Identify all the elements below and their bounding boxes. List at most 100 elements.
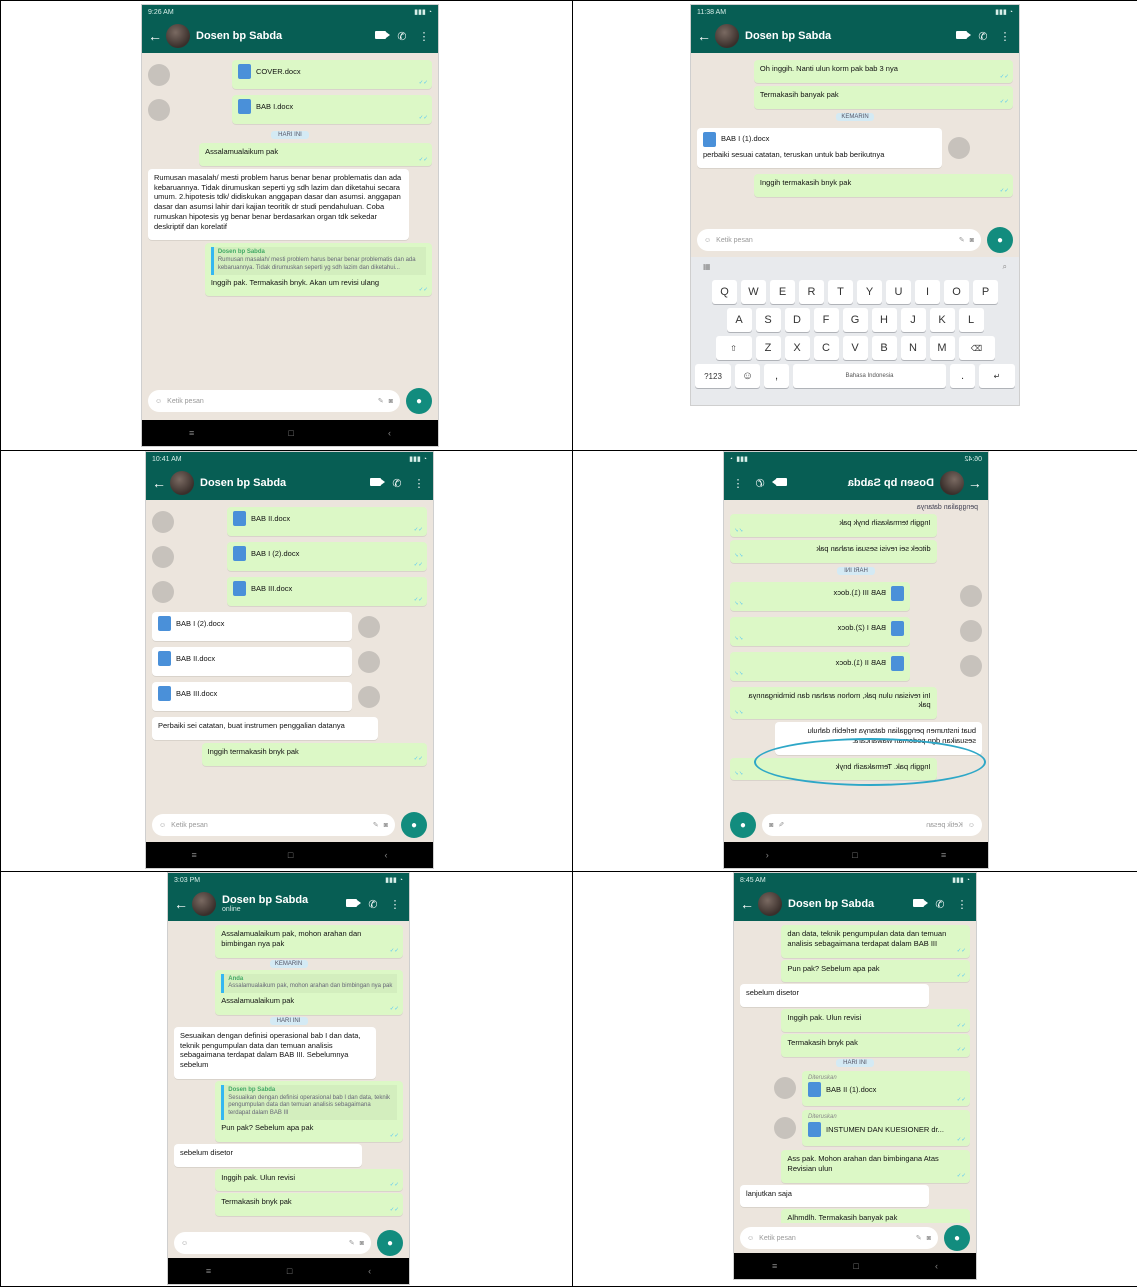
message-input[interactable]: ☺ Ketik pesan ✎ ◙	[152, 814, 395, 836]
home-icon[interactable]: □	[288, 428, 293, 438]
file-message[interactable]: Diteruskan BAB II (1).docx	[802, 1070, 970, 1107]
home-icon[interactable]: □	[853, 1261, 858, 1271]
message-bubble[interactable]: Inggih termakasih bnyk pak	[753, 174, 1013, 197]
file-message[interactable]: BAB I (1).docx perbaiki sesuai catatan, …	[697, 127, 942, 169]
phone-call-icon[interactable]: ✆	[394, 30, 410, 43]
key-r[interactable]: R	[799, 280, 824, 304]
reply-message[interactable]: Anda Assalamualaikum pak, mohon arahan da…	[215, 969, 403, 1015]
message-bubble[interactable]: Termakasih banyak pak	[753, 85, 1013, 109]
camera-icon[interactable]: ◙	[384, 822, 388, 829]
key-z[interactable]: Z	[755, 336, 781, 360]
message-bubble[interactable]: Termakasih bnyk pak	[215, 1193, 403, 1217]
message-input[interactable]: ☺ Ketik pesan ✎ ◙	[697, 229, 981, 251]
file-message[interactable]: Diteruskan INSTUMEN DAN KUESIONER dr...	[802, 1110, 970, 1147]
share-icon[interactable]	[152, 580, 174, 603]
share-icon[interactable]	[152, 545, 174, 568]
message-bubble[interactable]: Inggih pak. Ulun revisi	[781, 1009, 970, 1032]
message-bubble[interactable]: sebelum disetor	[740, 984, 929, 1007]
share-icon[interactable]	[774, 1077, 796, 1100]
avatar[interactable]	[170, 471, 194, 495]
comma-key[interactable]: ,	[764, 364, 789, 388]
menu-icon[interactable]: ≡	[192, 850, 197, 860]
attach-icon[interactable]: ✎	[349, 1239, 355, 1247]
key-p[interactable]: P	[973, 280, 998, 304]
key-q[interactable]: Q	[712, 280, 737, 304]
message-bubble[interactable]: lanjutkan saja	[740, 1184, 929, 1208]
message-bubble[interactable]: sebelum disetor	[174, 1143, 362, 1167]
phone-call-icon[interactable]: ✆	[365, 898, 381, 911]
numbers-key[interactable]: ?123	[695, 364, 731, 388]
message-bubble[interactable]: dan data, teknik pengumpulan data dan te…	[781, 925, 970, 958]
message-bubble[interactable]: Ass pak. Mohon arahan dan bimbingana Ata…	[781, 1150, 970, 1183]
video-call-icon[interactable]	[372, 30, 390, 42]
back-icon[interactable]: ‹	[384, 850, 387, 860]
video-call-icon[interactable]	[343, 898, 361, 910]
share-icon[interactable]	[358, 685, 380, 708]
key-v[interactable]: V	[842, 336, 868, 360]
menu-icon[interactable]: ≡	[189, 428, 194, 438]
message-bubble[interactable]: Pun pak? Sebelum apa pak	[781, 959, 970, 983]
camera-icon[interactable]: ◙	[389, 398, 393, 405]
back-arrow-icon[interactable]: ←	[152, 475, 166, 491]
back-icon[interactable]: ‹	[388, 428, 391, 438]
attach-icon[interactable]: ✎	[778, 821, 784, 829]
share-icon[interactable]	[148, 98, 170, 121]
back-icon[interactable]: ‹	[368, 1266, 371, 1276]
contact-name[interactable]: Dosen bp Sabda	[196, 30, 366, 42]
phone-call-icon[interactable]: ✆	[752, 477, 768, 490]
key-y[interactable]: Y	[857, 280, 882, 304]
attach-icon[interactable]: ✎	[373, 821, 379, 829]
message-bubble[interactable]: Perbaiki sei catatan, buat instrumen pen…	[152, 717, 378, 740]
home-icon[interactable]: □	[287, 1266, 292, 1276]
back-arrow-icon[interactable]: ←	[968, 475, 982, 491]
attach-icon[interactable]: ✎	[378, 397, 384, 405]
menu-icon[interactable]: ≡	[941, 850, 946, 860]
reply-message[interactable]: Dosen bp Sabda Sesuaikan dengan definisi …	[215, 1080, 403, 1142]
key-i[interactable]: I	[915, 280, 940, 304]
phone-call-icon[interactable]: ✆	[932, 898, 948, 911]
key-n[interactable]: N	[900, 336, 926, 360]
microphone-icon[interactable]: ●	[944, 1225, 970, 1251]
key-b[interactable]: B	[871, 336, 897, 360]
file-message[interactable]: COVER.docx	[232, 60, 432, 89]
file-message[interactable]: BAB III.docx	[152, 682, 352, 711]
microphone-icon[interactable]: ●	[730, 812, 756, 838]
microphone-icon[interactable]: ●	[406, 388, 432, 414]
quoted-message[interactable]: Dosen bp Sabda Rumusan masalah/ mesti pro…	[210, 247, 426, 275]
key-m[interactable]: M	[929, 336, 955, 360]
file-message[interactable]: BAB I (2).docx	[152, 612, 352, 641]
more-options-icon[interactable]: ⋮	[411, 477, 427, 490]
emoji-icon[interactable]: ☺	[181, 1240, 188, 1247]
video-call-icon[interactable]	[953, 30, 971, 42]
avatar[interactable]	[166, 24, 190, 48]
video-call-icon[interactable]	[910, 898, 928, 910]
key-c[interactable]: C	[813, 336, 839, 360]
message-bubble[interactable]: Rumusan masalah/ mesti problem harus ben…	[148, 168, 410, 241]
key-o[interactable]: O	[944, 280, 969, 304]
key-e[interactable]: E	[770, 280, 795, 304]
key-g[interactable]: G	[842, 308, 868, 332]
message-bubble[interactable]: Assalamualaikum pak, mohon arahan dan bi…	[215, 925, 403, 958]
share-icon[interactable]	[960, 655, 982, 677]
message-input[interactable]: ☺ Ketik pesan ✎ ◙	[762, 814, 982, 836]
key-j[interactable]: J	[900, 308, 926, 332]
camera-icon[interactable]: ◙	[360, 1240, 364, 1247]
more-options-icon[interactable]: ⋮	[997, 30, 1013, 43]
message-input[interactable]: ☺ Ketik pesan ✎ ◙	[148, 390, 400, 412]
file-message[interactable]: BAB I (2).docx	[730, 616, 910, 646]
back-arrow-icon[interactable]: ←	[174, 896, 188, 912]
key-x[interactable]: X	[784, 336, 810, 360]
file-message[interactable]: BAB II.docx	[227, 507, 427, 536]
contact-name[interactable]: Dosen bp Sabda	[788, 898, 904, 910]
key-s[interactable]: S	[755, 308, 781, 332]
keyboard-search-icon[interactable]: ⌕	[1003, 262, 1007, 272]
share-icon[interactable]	[358, 650, 380, 673]
share-icon[interactable]	[960, 620, 982, 642]
file-message[interactable]: BAB II (1).docx	[730, 651, 910, 681]
emoji-icon[interactable]: ☺	[968, 822, 975, 829]
enter-key[interactable]: ↵	[979, 364, 1015, 388]
phone-call-icon[interactable]: ✆	[389, 477, 405, 490]
avatar[interactable]	[758, 892, 782, 916]
message-bubble[interactable]: Inggih termakasih bnyk pak	[201, 742, 427, 766]
attach-icon[interactable]: ✎	[916, 1234, 922, 1242]
